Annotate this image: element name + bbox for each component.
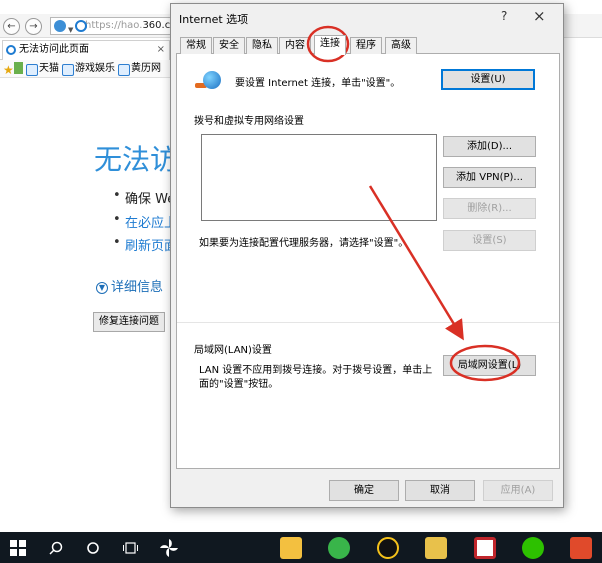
close-icon[interactable]: × xyxy=(157,41,165,59)
tab-advanced[interactable]: 高级 xyxy=(385,37,417,54)
url-prefix: https://hao. xyxy=(85,20,143,31)
cancel-button[interactable]: 取消 xyxy=(405,480,475,501)
tab-programs[interactable]: 程序 xyxy=(350,37,382,54)
browser-tab-title: 无法访问此页面 xyxy=(19,44,89,55)
connection-settings-button[interactable]: 设置(S) xyxy=(443,230,536,251)
proxy-hint-text: 如果要为连接配置代理服务器，请选择"设置"。 xyxy=(199,238,409,249)
error-bullet-link[interactable]: 刷新页面 xyxy=(113,235,173,254)
forward-button[interactable]: → xyxy=(25,18,42,35)
vpn-section-label: 拨号和虚拟专用网络设置 xyxy=(194,116,304,127)
connections-panel: 要设置 Internet 连接，单击"设置"。 设置(U) 拨号和虚拟专用网络设… xyxy=(176,54,560,469)
tab-content[interactable]: 内容 xyxy=(279,37,311,54)
ie-icon xyxy=(6,45,16,55)
chevron-down-icon: ▼ xyxy=(96,282,108,294)
ie-icon xyxy=(75,20,87,32)
globe-icon xyxy=(203,71,221,89)
error-bullet-text: 确保 Web 地址正确 xyxy=(125,192,173,207)
error-bullet-link[interactable]: 在必应上搜索此页面 xyxy=(113,212,173,231)
favorite-item-almanac[interactable]: 黄历网 xyxy=(118,60,161,78)
app-icon[interactable] xyxy=(474,537,496,559)
setup-button[interactable]: 设置(U) xyxy=(441,69,535,90)
lan-description-line1: LAN 设置不应用到拨号连接。对于拨号设置，单击上 xyxy=(199,365,433,376)
search-icon[interactable] xyxy=(49,541,63,555)
favorites-bar: ★ 天猫 游戏娱乐 黄历网 xyxy=(0,60,170,78)
lan-description-line2: 面的"设置"按钮。 xyxy=(199,379,279,390)
task-view-icon[interactable] xyxy=(123,541,138,555)
icbc-icon[interactable] xyxy=(425,537,447,559)
lan-settings-button[interactable]: 局域网设置(L) xyxy=(443,355,536,376)
dialog-tabstrip: 常规 安全 隐私 内容 连接 程序 高级 xyxy=(176,35,560,55)
add-favorite-icon[interactable] xyxy=(14,62,23,74)
chevron-down-icon[interactable]: ▼ xyxy=(68,22,73,34)
section-divider xyxy=(177,322,559,323)
details-label: 详细信息 xyxy=(111,280,164,295)
help-icon[interactable]: ? xyxy=(501,9,507,23)
lan-section-label: 局域网(LAN)设置 xyxy=(194,345,272,356)
address-input[interactable]: ▼ https://hao.360.cn xyxy=(50,17,172,35)
site-security-icon xyxy=(54,20,66,32)
qq-icon[interactable] xyxy=(377,537,399,559)
add-vpn-button[interactable]: 添加 VPN(P)... xyxy=(443,167,536,188)
ok-button[interactable]: 确定 xyxy=(329,480,399,501)
favorite-item-games[interactable]: 游戏娱乐 xyxy=(62,60,115,78)
cortana-icon[interactable] xyxy=(86,541,100,555)
360-browser-icon[interactable] xyxy=(328,537,350,559)
favorite-item-tmall[interactable]: 天猫 xyxy=(26,60,59,78)
error-bullet: 确保 Web 地址正确 xyxy=(113,188,173,207)
dialog-title: Internet 选项 xyxy=(179,13,249,26)
fix-connection-button[interactable]: 修复连接问题 xyxy=(93,312,165,332)
url-domain: 360.cn xyxy=(142,20,171,31)
details-toggle[interactable]: ▼ 详细信息 xyxy=(96,276,163,295)
tab-general[interactable]: 常规 xyxy=(180,37,212,54)
add-button[interactable]: 添加(D)... xyxy=(443,136,536,157)
file-explorer-icon[interactable] xyxy=(280,537,302,559)
wechat-icon[interactable] xyxy=(522,537,544,559)
setup-text: 要设置 Internet 连接，单击"设置"。 xyxy=(235,78,401,89)
browser-tab[interactable]: 无法访问此页面 × xyxy=(2,40,170,60)
tab-security[interactable]: 安全 xyxy=(213,37,245,54)
browser-tab-row: 无法访问此页面 × xyxy=(0,38,170,60)
error-bullet-text[interactable]: 在必应上搜索此页面 xyxy=(113,216,173,231)
connections-listbox[interactable] xyxy=(201,134,437,221)
apply-button[interactable]: 应用(A) xyxy=(483,480,553,501)
internet-options-dialog: Internet 选项 ? × 常规 安全 隐私 内容 连接 程序 高级 要设置… xyxy=(170,3,564,508)
star-icon[interactable]: ★ xyxy=(3,61,14,79)
back-button[interactable]: ← xyxy=(3,18,20,35)
power-icon[interactable] xyxy=(570,537,592,559)
error-bullet-text[interactable]: 刷新页面 xyxy=(113,239,173,254)
error-title: 无法访问此页面 xyxy=(94,143,174,176)
tab-privacy[interactable]: 隐私 xyxy=(246,37,278,54)
pinwheel-icon[interactable] xyxy=(159,538,179,558)
tab-connections[interactable]: 连接 xyxy=(314,35,346,55)
remove-button[interactable]: 删除(R)... xyxy=(443,198,536,219)
windows-taskbar xyxy=(0,532,602,563)
windows-start-icon[interactable] xyxy=(10,540,26,556)
close-icon[interactable]: × xyxy=(533,7,546,25)
